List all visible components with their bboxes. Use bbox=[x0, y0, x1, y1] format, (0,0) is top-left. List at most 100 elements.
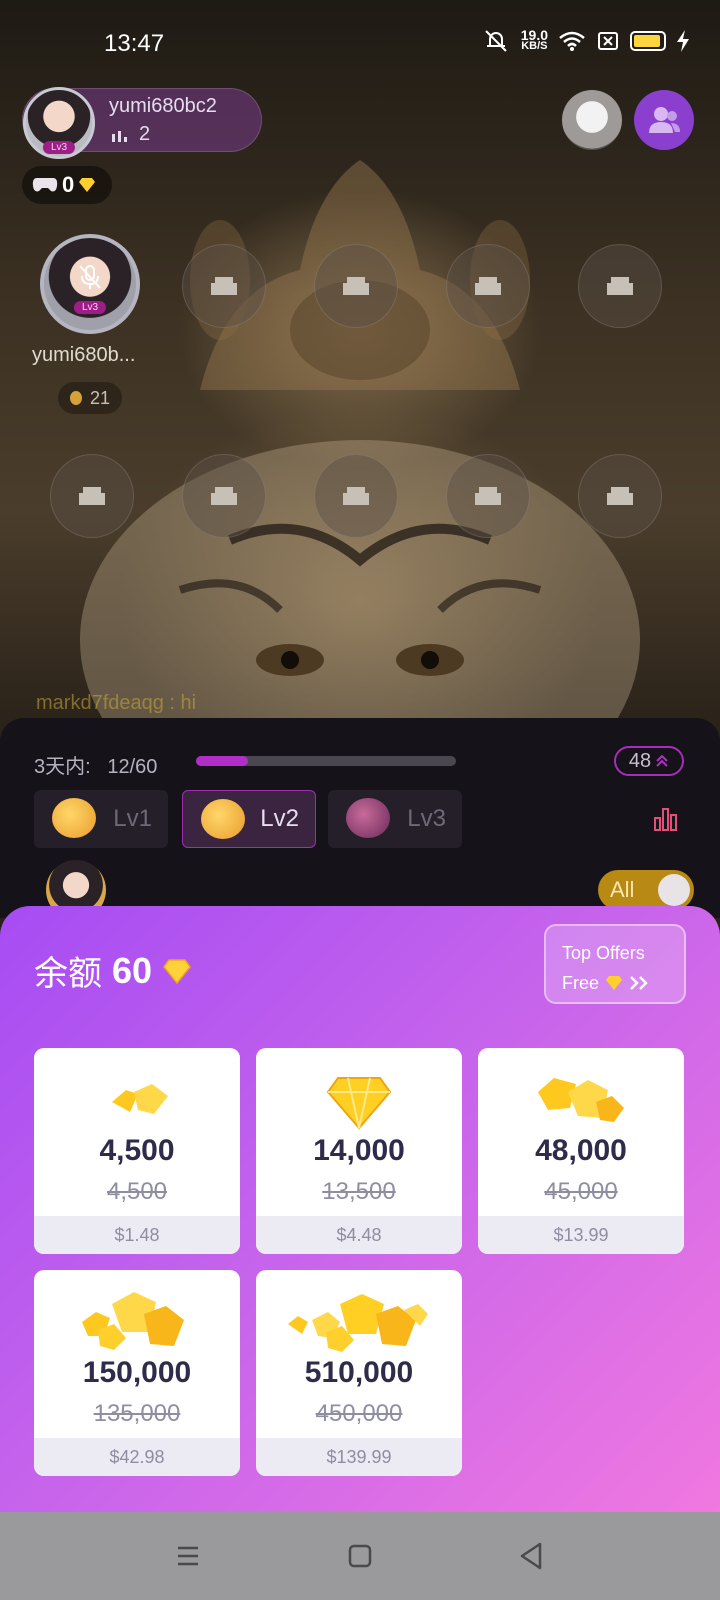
sofa-icon bbox=[343, 277, 369, 295]
gem-icon bbox=[606, 976, 623, 990]
cup-icon[interactable] bbox=[562, 90, 622, 150]
coin-icon bbox=[70, 391, 82, 405]
package-amount: 510,000 bbox=[304, 1356, 414, 1389]
status-bar: 13:47 19.0 KB/S bbox=[0, 0, 720, 88]
game-gem-stat[interactable]: 0 bbox=[22, 166, 112, 204]
back-icon[interactable] bbox=[514, 1538, 550, 1574]
battery-icon bbox=[630, 31, 666, 51]
level-pill[interactable]: 48 bbox=[614, 746, 684, 776]
chat-text: : hi bbox=[163, 692, 197, 714]
home-icon[interactable] bbox=[342, 1538, 378, 1574]
host-level-badge: Lv3 bbox=[42, 141, 76, 154]
sofa-icon bbox=[211, 487, 237, 505]
game-gem-count: 0 bbox=[62, 172, 75, 197]
tab-lv3[interactable]: Lv3 bbox=[328, 790, 462, 848]
package-original-amount: 4,500 bbox=[106, 1178, 168, 1205]
top-offers-button[interactable]: Top Offers Free bbox=[544, 924, 686, 1004]
package-price: $139.99 bbox=[256, 1438, 462, 1476]
gems-pile-icon bbox=[82, 1292, 184, 1350]
sofa-icon bbox=[343, 487, 369, 505]
gift-level-panel: 3天内: 12/60 48 Lv1 Lv2 Lv3 All bbox=[0, 718, 720, 920]
bar-chart-icon[interactable] bbox=[652, 806, 680, 832]
seat-host-level-badge: Lv3 bbox=[73, 301, 107, 314]
package-amount: 4,500 bbox=[99, 1134, 175, 1167]
heart-eyes-emoji-icon bbox=[346, 798, 390, 838]
empty-seat[interactable] bbox=[446, 244, 530, 328]
charging-bolt-icon bbox=[677, 30, 689, 52]
seat-host-name: yumi680b... bbox=[32, 344, 136, 366]
sofa-icon bbox=[607, 277, 633, 295]
gamepad-icon bbox=[32, 178, 58, 192]
wifi-icon bbox=[559, 31, 585, 51]
users-button[interactable] bbox=[634, 90, 694, 150]
sofa-icon bbox=[475, 487, 501, 505]
package-price: $13.99 bbox=[478, 1216, 684, 1254]
host-info-pill[interactable]: Lv3 yumi680bc2 2 bbox=[22, 87, 262, 159]
package-amount: 48,000 bbox=[535, 1134, 627, 1167]
system-nav-bar bbox=[0, 1512, 720, 1600]
package-original-amount: 450,000 bbox=[315, 1400, 403, 1427]
tab-lv2[interactable]: Lv2 bbox=[182, 790, 316, 848]
chat-message: markd7fdeaqg : hi bbox=[36, 692, 196, 715]
chevron-up-icon bbox=[656, 755, 668, 767]
top-offers-title: Top Offers bbox=[562, 943, 645, 963]
host-name: yumi680bc2 bbox=[109, 95, 217, 117]
recharge-sheet: 余额 60 Top Offers Free 4,500 4,500 $1.48 … bbox=[0, 906, 720, 1512]
empty-seat[interactable] bbox=[446, 454, 530, 538]
seat-host-avatar[interactable]: Lv3 bbox=[40, 234, 140, 334]
balance-label: 余额 bbox=[34, 955, 102, 993]
empty-seat[interactable] bbox=[50, 454, 134, 538]
package-original-amount: 45,000 bbox=[544, 1178, 618, 1205]
gem-large-icon bbox=[326, 1077, 392, 1130]
package-card[interactable]: 14,000 13,500 $4.48 bbox=[256, 1048, 462, 1254]
status-icons: 19.0 KB/S bbox=[481, 28, 690, 54]
balance: 余额 60 bbox=[34, 946, 192, 995]
net-speed: 19.0 KB/S bbox=[520, 27, 548, 52]
top-offers-free: Free bbox=[562, 973, 600, 993]
menu-icon[interactable] bbox=[170, 1538, 206, 1574]
gem-icon bbox=[163, 958, 191, 984]
empty-seat[interactable] bbox=[314, 454, 398, 538]
package-original-amount: 135,000 bbox=[93, 1400, 181, 1427]
package-price: $4.48 bbox=[256, 1216, 462, 1254]
days-progress-label: 3天内: 12/60 bbox=[34, 756, 158, 778]
heart-eyes-emoji-icon bbox=[52, 798, 96, 838]
package-amount: 14,000 bbox=[313, 1134, 405, 1167]
heart-eyes-emoji-icon bbox=[201, 799, 245, 839]
status-time: 13:47 bbox=[104, 30, 165, 57]
sofa-icon bbox=[79, 487, 105, 505]
empty-seat[interactable] bbox=[182, 244, 266, 328]
empty-seat[interactable] bbox=[578, 244, 662, 328]
package-card[interactable]: 510,000 450,000 $139.99 bbox=[256, 1270, 462, 1476]
listener-count: 2 bbox=[111, 123, 150, 146]
empty-seat[interactable] bbox=[182, 454, 266, 538]
package-card[interactable]: 150,000 135,000 $42.98 bbox=[34, 1270, 240, 1476]
package-card[interactable]: 4,500 4,500 $1.48 bbox=[34, 1048, 240, 1254]
seat-host-coins: 21 bbox=[58, 382, 122, 414]
signal-bars-icon bbox=[112, 130, 127, 142]
users-icon bbox=[649, 107, 680, 133]
gem-icon bbox=[79, 178, 96, 192]
mute-bell-icon bbox=[485, 30, 507, 52]
no-sim-icon bbox=[598, 32, 618, 50]
sofa-icon bbox=[475, 277, 501, 295]
gems-medium-icon bbox=[538, 1078, 624, 1122]
empty-seat[interactable] bbox=[578, 454, 662, 538]
package-price: $1.48 bbox=[34, 1216, 240, 1254]
double-chevron-right-icon bbox=[630, 976, 648, 990]
chat-user[interactable]: markd7fdeaqg bbox=[36, 692, 164, 714]
progress-fill bbox=[196, 756, 248, 766]
tab-lv1[interactable]: Lv1 bbox=[34, 790, 168, 848]
gems-small-icon bbox=[112, 1084, 168, 1114]
package-original-amount: 13,500 bbox=[322, 1178, 396, 1205]
sofa-icon bbox=[211, 277, 237, 295]
balance-amount: 60 bbox=[112, 949, 153, 991]
package-card[interactable]: 48,000 45,000 $13.99 bbox=[478, 1048, 684, 1254]
mic-muted-icon bbox=[79, 265, 101, 289]
package-price: $42.98 bbox=[34, 1438, 240, 1476]
all-toggle[interactable]: All bbox=[598, 870, 694, 910]
empty-seat[interactable] bbox=[314, 244, 398, 328]
host-avatar[interactable]: Lv3 bbox=[23, 87, 95, 159]
gems-heap-icon bbox=[288, 1294, 428, 1352]
sofa-icon bbox=[607, 487, 633, 505]
